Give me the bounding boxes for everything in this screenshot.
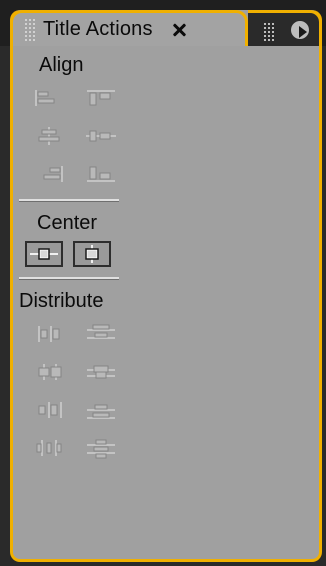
align-left-button — [27, 83, 71, 113]
align-vertical-center-icon — [86, 130, 116, 142]
align-bottom-button — [79, 159, 123, 189]
panel-controls — [248, 10, 322, 46]
distribute-left-icon — [38, 326, 60, 342]
center-section-title: Center — [37, 212, 98, 234]
distribute-horizontal-centers-icon — [38, 364, 62, 380]
align-buttons — [27, 83, 319, 189]
align-divider — [19, 199, 119, 202]
align-bottom-icon — [87, 166, 115, 182]
align-horizontal-center-button — [27, 121, 71, 151]
title-actions-panel: Title Actions Align Center Distribute — [0, 0, 326, 566]
align-vertical-center-button — [79, 121, 123, 151]
distribute-horizontal-centers-button — [27, 357, 71, 387]
center-divider — [19, 277, 119, 280]
align-right-button — [27, 159, 71, 189]
panel-menu-button[interactable] — [289, 19, 311, 41]
close-icon[interactable] — [169, 20, 189, 40]
center-horizontal-icon — [30, 248, 58, 260]
align-right-icon — [43, 166, 63, 182]
distribute-vertical-space-button — [79, 433, 123, 463]
align-top-button — [79, 83, 123, 113]
center-horizontal-button[interactable] — [25, 241, 63, 267]
distribute-right-button — [27, 395, 71, 425]
center-buttons — [25, 241, 319, 267]
distribute-horizontal-space-icon — [36, 440, 62, 456]
distribute-top-icon — [87, 324, 115, 339]
distribute-top-button — [79, 319, 123, 349]
panel-grip-icon[interactable] — [264, 23, 278, 41]
align-section-title: Align — [39, 54, 84, 76]
distribute-bottom-icon — [87, 404, 115, 419]
center-vertical-icon — [85, 245, 99, 263]
align-top-icon — [87, 90, 115, 106]
distribute-bottom-button — [79, 395, 123, 425]
tab-title: Title Actions — [43, 18, 153, 40]
panel-content: Align Center Distribute — [13, 46, 319, 559]
tab-title-actions[interactable]: Title Actions — [10, 10, 248, 46]
align-left-icon — [35, 90, 55, 106]
distribute-vertical-centers-button — [79, 357, 123, 387]
distribute-vertical-space-icon — [87, 439, 115, 459]
distribute-right-icon — [38, 402, 62, 418]
distribute-section-title: Distribute — [19, 290, 104, 312]
align-horizontal-center-icon — [38, 127, 60, 145]
distribute-vertical-centers-icon — [87, 365, 115, 379]
distribute-left-button — [27, 319, 71, 349]
center-vertical-button[interactable] — [73, 241, 111, 267]
tab-grip-icon[interactable] — [25, 18, 37, 41]
distribute-horizontal-space-button — [27, 433, 71, 463]
distribute-buttons — [27, 319, 319, 463]
